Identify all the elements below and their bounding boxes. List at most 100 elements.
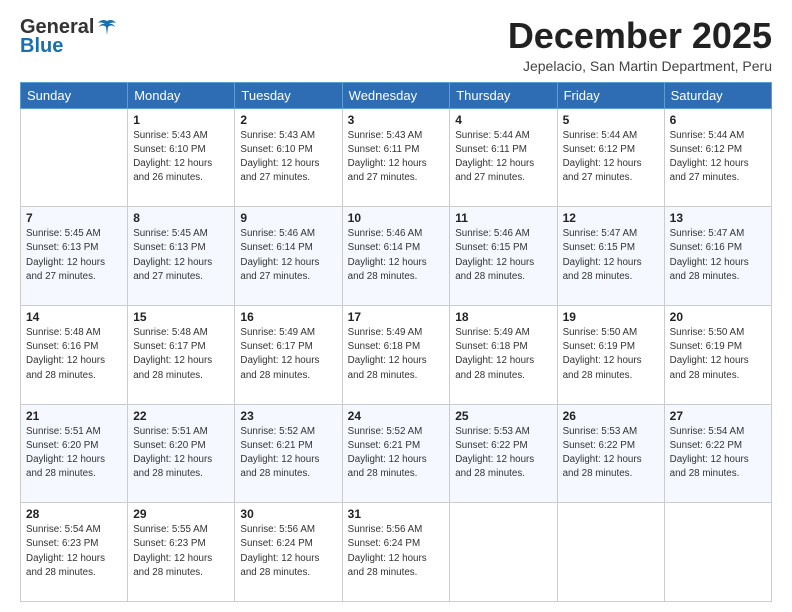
table-row: 23Sunrise: 5:52 AMSunset: 6:21 PMDayligh… [235, 404, 342, 503]
day-number: 4 [455, 113, 551, 127]
day-info: Sunrise: 5:48 AMSunset: 6:17 PMDaylight:… [133, 326, 229, 383]
day-info: Sunrise: 5:44 AMSunset: 6:12 PMDaylight:… [670, 129, 766, 186]
table-row: 27 Sunrise: 5:54 AMSunset: 6:22 PMDayligh… [664, 404, 771, 503]
day-number: 2 [240, 113, 336, 127]
table-row: 5 Sunrise: 5:44 AMSunset: 6:12 PMDaylight… [557, 108, 664, 207]
calendar-week-row: 1Sunrise: 5:43 AMSunset: 6:10 PMDaylight… [21, 108, 772, 207]
day-info: Sunrise: 5:45 AMSunset: 6:13 PMDaylight:… [26, 227, 122, 284]
day-info: Sunrise: 5:55 AMSunset: 6:23 PMDaylight:… [133, 523, 229, 580]
table-row: 6 Sunrise: 5:44 AMSunset: 6:12 PMDaylight… [664, 108, 771, 207]
table-row: 18 Sunrise: 5:49 AMSunset: 6:18 PMDayligh… [450, 305, 557, 404]
day-info: Sunrise: 5:43 AMSunset: 6:11 PMDaylight:… [348, 129, 445, 186]
page: General Blue December 2025 Jepelacio, Sa… [0, 0, 792, 612]
day-number: 3 [348, 113, 445, 127]
table-row: 19Sunrise: 5:50 AMSunset: 6:19 PMDayligh… [557, 305, 664, 404]
day-number: 7 [26, 211, 122, 225]
day-number: 29 [133, 507, 229, 521]
table-row: 7 Sunrise: 5:45 AMSunset: 6:13 PMDaylight… [21, 207, 128, 306]
day-info: Sunrise: 5:53 AMSunset: 6:22 PMDaylight:… [563, 425, 659, 482]
day-info: Sunrise: 5:43 AMSunset: 6:10 PMDaylight:… [133, 129, 229, 186]
table-row [664, 503, 771, 602]
day-number: 15 [133, 310, 229, 324]
table-row: 1Sunrise: 5:43 AMSunset: 6:10 PMDaylight… [128, 108, 235, 207]
logo: General Blue [20, 16, 118, 58]
day-number: 12 [563, 211, 659, 225]
table-row: 30 Sunrise: 5:56 AMSunset: 6:24 PMDayligh… [235, 503, 342, 602]
table-row: 14 Sunrise: 5:48 AMSunset: 6:16 PMDayligh… [21, 305, 128, 404]
day-info: Sunrise: 5:49 AMSunset: 6:17 PMDaylight:… [240, 326, 336, 383]
day-number: 17 [348, 310, 445, 324]
day-info: Sunrise: 5:49 AMSunset: 6:18 PMDaylight:… [455, 326, 551, 383]
day-info: Sunrise: 5:45 AMSunset: 6:13 PMDaylight:… [133, 227, 229, 284]
day-number: 11 [455, 211, 551, 225]
table-row: 13 Sunrise: 5:47 AMSunset: 6:16 PMDayligh… [664, 207, 771, 306]
day-info: Sunrise: 5:51 AMSunset: 6:20 PMDaylight:… [133, 425, 229, 482]
day-info: Sunrise: 5:56 AMSunset: 6:24 PMDaylight:… [348, 523, 445, 580]
day-info: Sunrise: 5:52 AMSunset: 6:21 PMDaylight:… [348, 425, 445, 482]
day-number: 26 [563, 409, 659, 423]
table-row: 16 Sunrise: 5:49 AMSunset: 6:17 PMDayligh… [235, 305, 342, 404]
day-info: Sunrise: 5:48 AMSunset: 6:16 PMDaylight:… [26, 326, 122, 383]
day-number: 6 [670, 113, 766, 127]
header-saturday: Saturday [664, 82, 771, 108]
table-row: 9 Sunrise: 5:46 AMSunset: 6:14 PMDaylight… [235, 207, 342, 306]
day-info: Sunrise: 5:46 AMSunset: 6:14 PMDaylight:… [240, 227, 336, 284]
header-monday: Monday [128, 82, 235, 108]
table-row: 20Sunrise: 5:50 AMSunset: 6:19 PMDayligh… [664, 305, 771, 404]
day-info: Sunrise: 5:51 AMSunset: 6:20 PMDaylight:… [26, 425, 122, 482]
header-friday: Friday [557, 82, 664, 108]
table-row: 3 Sunrise: 5:43 AMSunset: 6:11 PMDaylight… [342, 108, 450, 207]
table-row: 24Sunrise: 5:52 AMSunset: 6:21 PMDayligh… [342, 404, 450, 503]
day-number: 27 [670, 409, 766, 423]
header: General Blue December 2025 Jepelacio, Sa… [20, 16, 772, 74]
day-number: 16 [240, 310, 336, 324]
day-number: 28 [26, 507, 122, 521]
calendar-week-row: 7 Sunrise: 5:45 AMSunset: 6:13 PMDaylight… [21, 207, 772, 306]
day-number: 30 [240, 507, 336, 521]
header-tuesday: Tuesday [235, 82, 342, 108]
day-number: 21 [26, 409, 122, 423]
month-title: December 2025 [508, 16, 772, 56]
day-number: 13 [670, 211, 766, 225]
day-number: 8 [133, 211, 229, 225]
table-row: 15 Sunrise: 5:48 AMSunset: 6:17 PMDayligh… [128, 305, 235, 404]
day-info: Sunrise: 5:50 AMSunset: 6:19 PMDaylight:… [563, 326, 659, 383]
table-row: 4Sunrise: 5:44 AMSunset: 6:11 PMDaylight… [450, 108, 557, 207]
table-row: 17 Sunrise: 5:49 AMSunset: 6:18 PMDayligh… [342, 305, 450, 404]
header-sunday: Sunday [21, 82, 128, 108]
table-row: 29 Sunrise: 5:55 AMSunset: 6:23 PMDayligh… [128, 503, 235, 602]
location: Jepelacio, San Martin Department, Peru [508, 58, 772, 74]
day-number: 20 [670, 310, 766, 324]
day-number: 10 [348, 211, 445, 225]
day-info: Sunrise: 5:49 AMSunset: 6:18 PMDaylight:… [348, 326, 445, 383]
table-row: 26 Sunrise: 5:53 AMSunset: 6:22 PMDayligh… [557, 404, 664, 503]
table-row: 25 Sunrise: 5:53 AMSunset: 6:22 PMDayligh… [450, 404, 557, 503]
day-number: 18 [455, 310, 551, 324]
table-row [450, 503, 557, 602]
title-block: December 2025 Jepelacio, San Martin Depa… [508, 16, 772, 74]
day-info: Sunrise: 5:53 AMSunset: 6:22 PMDaylight:… [455, 425, 551, 482]
day-number: 9 [240, 211, 336, 225]
day-info: Sunrise: 5:56 AMSunset: 6:24 PMDaylight:… [240, 523, 336, 580]
table-row [557, 503, 664, 602]
day-info: Sunrise: 5:47 AMSunset: 6:15 PMDaylight:… [563, 227, 659, 284]
day-number: 25 [455, 409, 551, 423]
table-row: 28Sunrise: 5:54 AMSunset: 6:23 PMDayligh… [21, 503, 128, 602]
day-number: 5 [563, 113, 659, 127]
logo-bird-icon [96, 17, 118, 39]
day-number: 31 [348, 507, 445, 521]
table-row [21, 108, 128, 207]
table-row: 10Sunrise: 5:46 AMSunset: 6:14 PMDayligh… [342, 207, 450, 306]
day-info: Sunrise: 5:54 AMSunset: 6:22 PMDaylight:… [670, 425, 766, 482]
day-number: 14 [26, 310, 122, 324]
calendar-week-row: 21 Sunrise: 5:51 AMSunset: 6:20 PMDayligh… [21, 404, 772, 503]
day-info: Sunrise: 5:47 AMSunset: 6:16 PMDaylight:… [670, 227, 766, 284]
calendar-week-row: 28Sunrise: 5:54 AMSunset: 6:23 PMDayligh… [21, 503, 772, 602]
day-info: Sunrise: 5:46 AMSunset: 6:15 PMDaylight:… [455, 227, 551, 284]
calendar-table: Sunday Monday Tuesday Wednesday Thursday… [20, 82, 772, 602]
day-number: 23 [240, 409, 336, 423]
logo-blue: Blue [20, 35, 63, 58]
table-row: 12 Sunrise: 5:47 AMSunset: 6:15 PMDayligh… [557, 207, 664, 306]
table-row: 21 Sunrise: 5:51 AMSunset: 6:20 PMDayligh… [21, 404, 128, 503]
day-info: Sunrise: 5:44 AMSunset: 6:12 PMDaylight:… [563, 129, 659, 186]
